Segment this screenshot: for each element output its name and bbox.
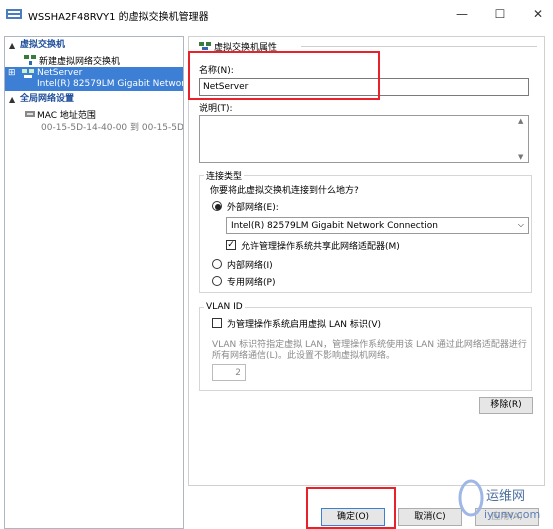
vlan-description: VLAN 标识符指定虚拟 LAN，管理操作系统使用该 LAN 通过此网络适配器进… — [212, 340, 527, 361]
cancel-button[interactable]: 取消(C) — [398, 508, 462, 526]
allow-share-label: 允许管理操作系统共享此网络适配器(M) — [241, 242, 400, 252]
tree-pane: ▲ 虚拟交换机 新建虚拟网络交换机 ⊞ NetServer Intel(R) 8… — [4, 36, 184, 529]
highlight-name-box — [188, 51, 380, 100]
internal-radio[interactable] — [212, 259, 222, 269]
switch-netserver-item[interactable]: ⊞ NetServer Intel(R) 82579LM Gigabit Net… — [5, 67, 183, 91]
vlan-id-input[interactable]: 2 — [212, 364, 246, 381]
internal-label: 内部网络(I) — [227, 261, 273, 271]
collapse-icon[interactable]: ▲ — [9, 93, 15, 106]
external-label: 外部网络(E): — [227, 203, 279, 213]
close-icon[interactable]: ✕ — [530, 6, 546, 22]
vlan-enable-checkbox[interactable] — [212, 318, 222, 328]
watermark: 运维网 iyunv.com — [458, 476, 553, 529]
vlan-title: VLAN ID — [204, 302, 245, 312]
expand-icon[interactable]: ⊞ — [8, 68, 16, 78]
highlight-ok-box — [306, 487, 396, 529]
description-label: 说明(T): — [199, 104, 233, 114]
scroll-up-icon[interactable]: ▲ — [518, 117, 523, 125]
mac-icon — [25, 109, 35, 119]
switch-icon — [199, 42, 211, 51]
adapter-value: Intel(R) 82579LM Gigabit Network Connect… — [231, 221, 438, 231]
scrollbar[interactable]: ▲ ▼ — [517, 117, 527, 161]
properties-pane: 虚拟交换机属性 名称(N): 说明(T): ▲ ▼ 连接类型 你要将此虚拟交换机… — [188, 36, 545, 486]
window-title: WSSHA2F48RVY1 的虚拟交换机管理器 — [28, 12, 209, 23]
watermark-logo-icon — [458, 478, 484, 518]
new-switch-item[interactable]: 新建虚拟网络交换机 — [5, 53, 183, 67]
scroll-down-icon[interactable]: ▼ — [518, 153, 523, 161]
remove-button[interactable]: 移除(R) — [479, 397, 533, 414]
chevron-down-icon: ⌵ — [517, 220, 524, 229]
description-input[interactable]: ▲ ▼ — [199, 115, 529, 163]
private-label: 专用网络(P) — [227, 278, 276, 288]
watermark-text: 运维网 — [486, 489, 526, 504]
allow-share-checkbox[interactable]: ✓ — [226, 240, 236, 250]
mac-range-item[interactable]: MAC 地址范围 00-15-5D-14-40-00 到 00-15-5D-1.… — [5, 107, 183, 133]
header-divider — [301, 46, 537, 47]
title-bar: WSSHA2F48RVY1 的虚拟交换机管理器 — ☐ ✕ — [0, 0, 553, 30]
connection-type-title: 连接类型 — [204, 169, 245, 182]
app-icon — [6, 8, 22, 20]
external-radio[interactable] — [212, 201, 222, 211]
connection-type-group: 连接类型 你要将此虚拟交换机连接到什么地方? 外部网络(E): Intel(R)… — [199, 169, 532, 293]
vlan-enable-label: 为管理操作系统启用虚拟 LAN 标识(V) — [227, 320, 382, 330]
maximize-icon[interactable]: ☐ — [492, 6, 508, 22]
connection-question: 你要将此虚拟交换机连接到什么地方? — [210, 186, 359, 196]
switch-icon — [21, 69, 35, 79]
section-global-network[interactable]: ▲ 全局网络设置 — [5, 93, 183, 106]
watermark-url: iyunv.com — [484, 508, 541, 521]
private-radio[interactable] — [212, 276, 222, 286]
minimize-icon[interactable]: — — [454, 6, 470, 22]
section-virtual-switches[interactable]: ▲ 虚拟交换机 — [5, 39, 183, 52]
network-icon — [23, 55, 37, 65]
vlan-group: VLAN ID 为管理操作系统启用虚拟 LAN 标识(V) VLAN 标识符指定… — [199, 302, 532, 391]
collapse-icon[interactable]: ▲ — [9, 39, 15, 52]
adapter-select[interactable]: Intel(R) 82579LM Gigabit Network Connect… — [226, 217, 529, 234]
